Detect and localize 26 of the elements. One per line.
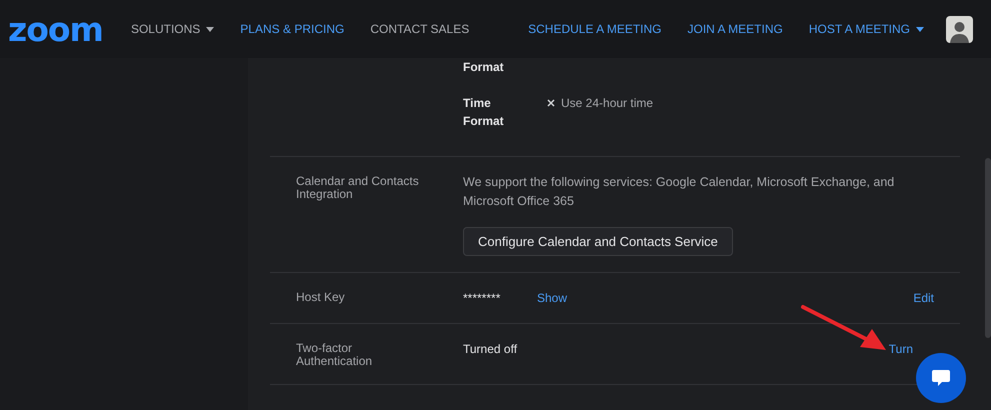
- turn-on-link[interactable]: Turn: [888, 340, 913, 358]
- checkbox[interactable]: [547, 99, 556, 107]
- setting-label: Calendar and Contacts Integration: [295, 173, 420, 203]
- nav-link[interactable]: JOIN A MEETING: [688, 20, 783, 38]
- avatar[interactable]: [946, 16, 973, 42]
- setting-label: Two-factor Authentication: [295, 340, 374, 368]
- nav-link[interactable]: CONTACT SALES: [370, 20, 470, 38]
- status-value: Turned off: [463, 341, 518, 358]
- edit-link[interactable]: Edit: [913, 289, 934, 307]
- caret-icon: [916, 26, 924, 32]
- chat-button[interactable]: [916, 353, 966, 403]
- nav-link[interactable]: SOLUTIONS: [130, 20, 214, 38]
- setting-label: Host Key: [295, 289, 346, 306]
- nav-link[interactable]: SCHEDULE A MEETING: [528, 20, 662, 38]
- configure-button[interactable]: Configure Calendar and Contacts Service: [463, 227, 733, 256]
- chat-icon: [931, 369, 951, 387]
- nav-link[interactable]: PLANS & PRICING: [240, 20, 344, 38]
- format-label: Format: [463, 59, 505, 76]
- show-link[interactable]: Show: [537, 289, 568, 307]
- logo[interactable]: zoom: [8, 12, 103, 46]
- caret-icon: [206, 26, 214, 32]
- nav-link[interactable]: HOST A MEETING: [808, 20, 924, 38]
- setting-description: We support the following services: Google Calendar, Microsoft Exchange, and Microsoft Office 365: [463, 174, 896, 210]
- host-key-value: ********: [463, 290, 502, 307]
- format-label: Time Format: [463, 95, 505, 130]
- option-label: Use 24-hour time: [561, 95, 654, 112]
